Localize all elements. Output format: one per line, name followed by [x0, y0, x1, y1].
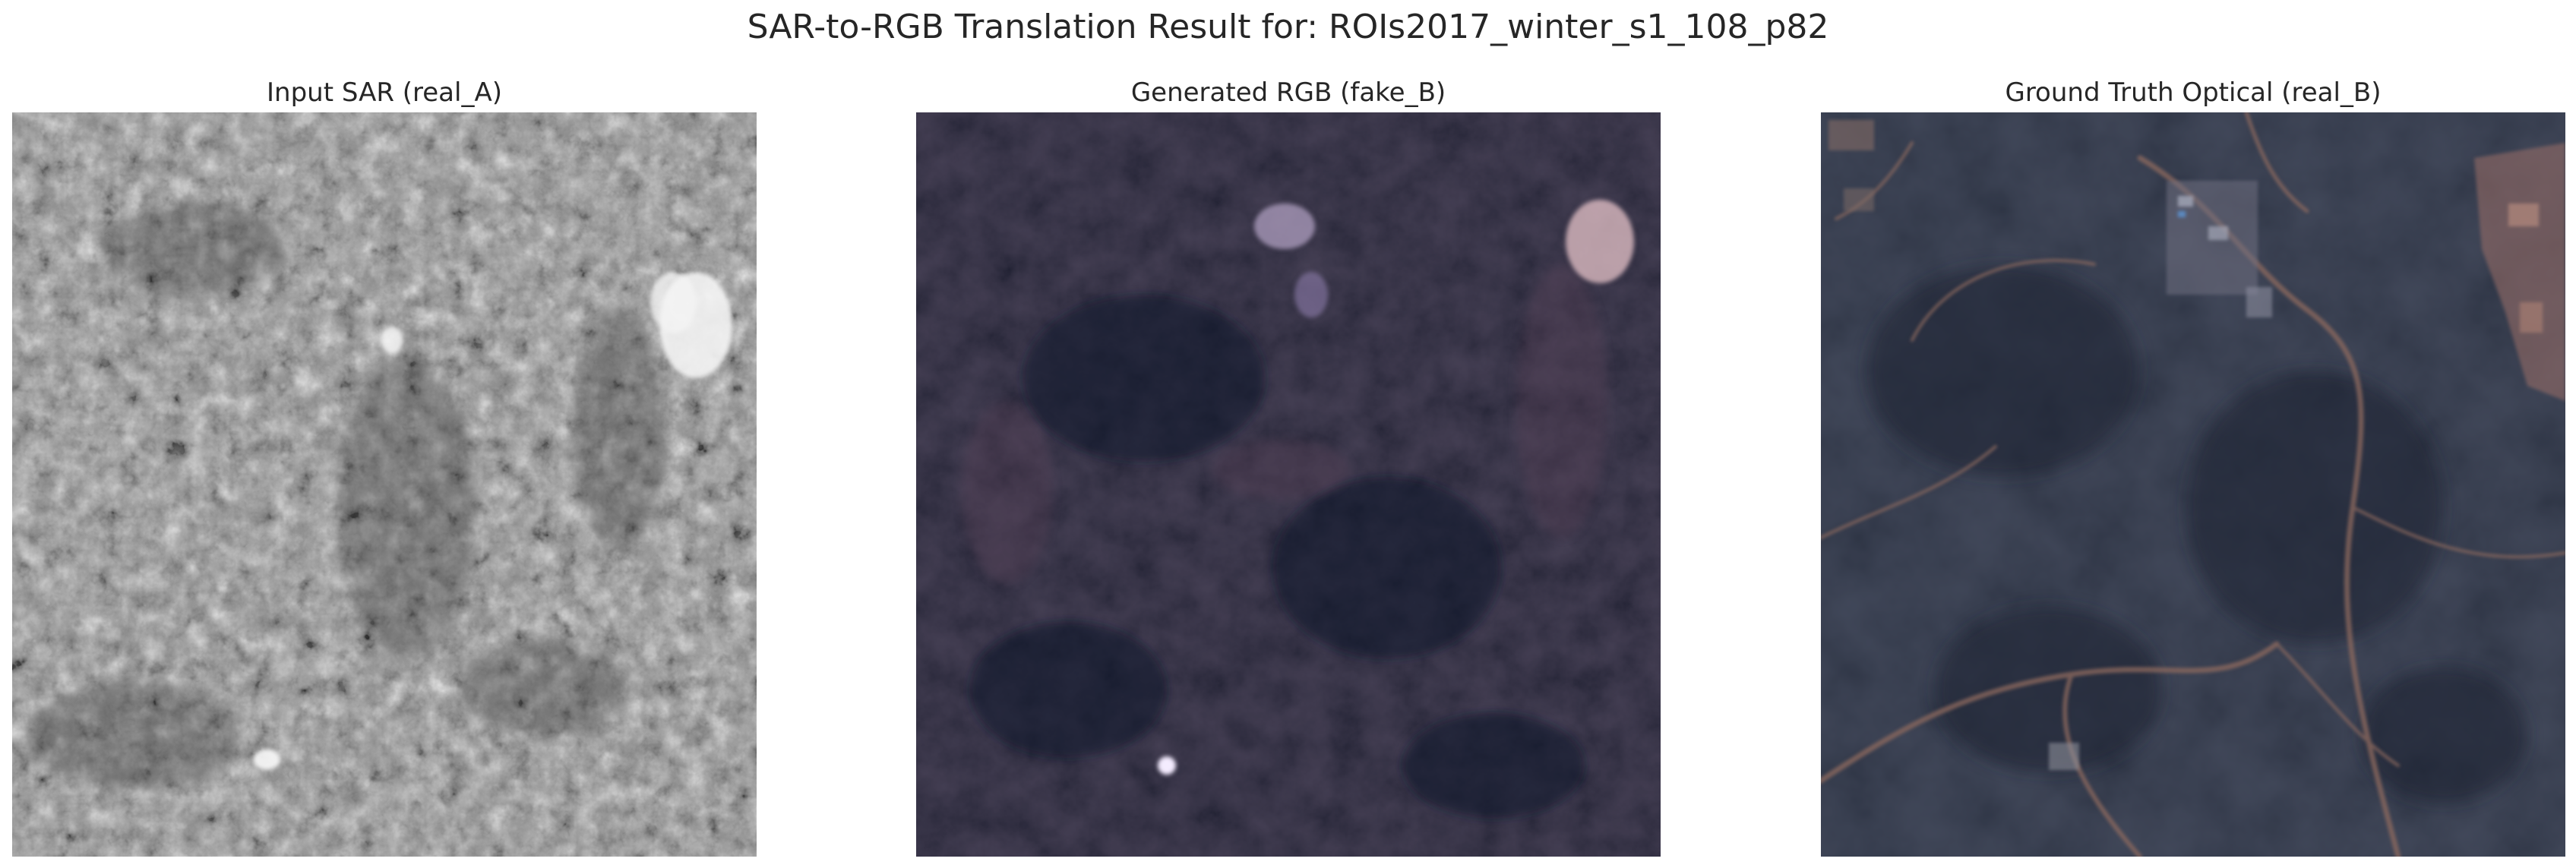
panel-title-generated-rgb: Generated RGB (fake_B) — [1130, 77, 1446, 108]
sar-image — [12, 112, 757, 857]
panel-title-ground-truth-optical: Ground Truth Optical (real_B) — [2005, 77, 2382, 108]
ground-truth-image — [1821, 112, 2565, 857]
panel-title-input-sar: Input SAR (real_A) — [267, 77, 502, 108]
figure-title: SAR-to-RGB Translation Result for: ROIs2… — [747, 8, 1829, 46]
generated-rgb-image — [916, 112, 1661, 857]
panel-input-sar: Input SAR (real_A) — [12, 73, 757, 857]
panel-ground-truth-optical: Ground Truth Optical (real_B) — [1821, 73, 2565, 857]
panel-generated-rgb: Generated RGB (fake_B) — [916, 73, 1661, 857]
